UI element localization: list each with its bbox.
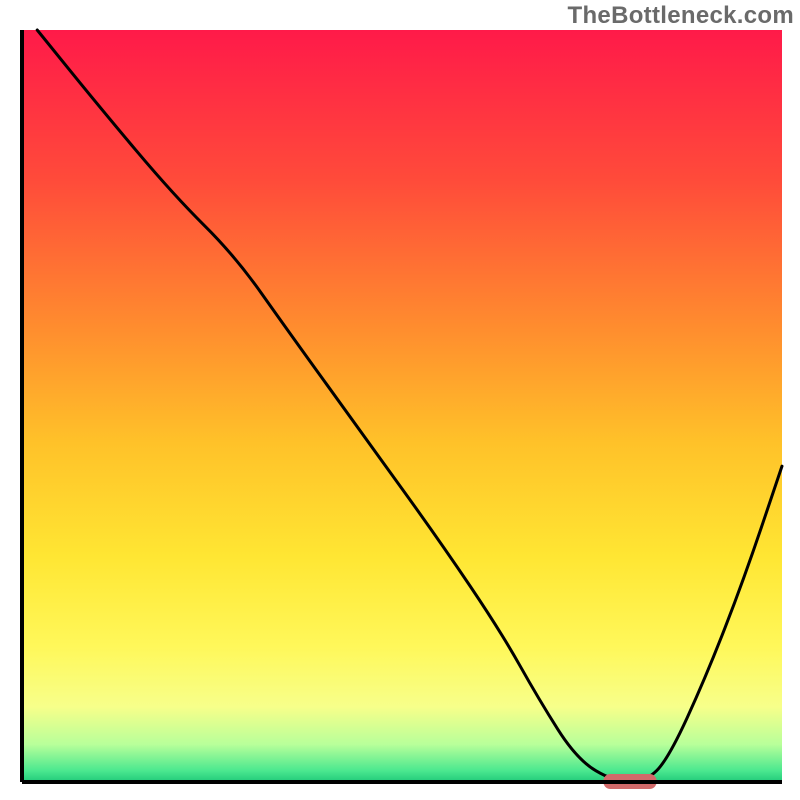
- plot-background: [22, 30, 782, 782]
- chart-frame: TheBottleneck.com: [0, 0, 800, 800]
- bottleneck-chart: [0, 0, 800, 800]
